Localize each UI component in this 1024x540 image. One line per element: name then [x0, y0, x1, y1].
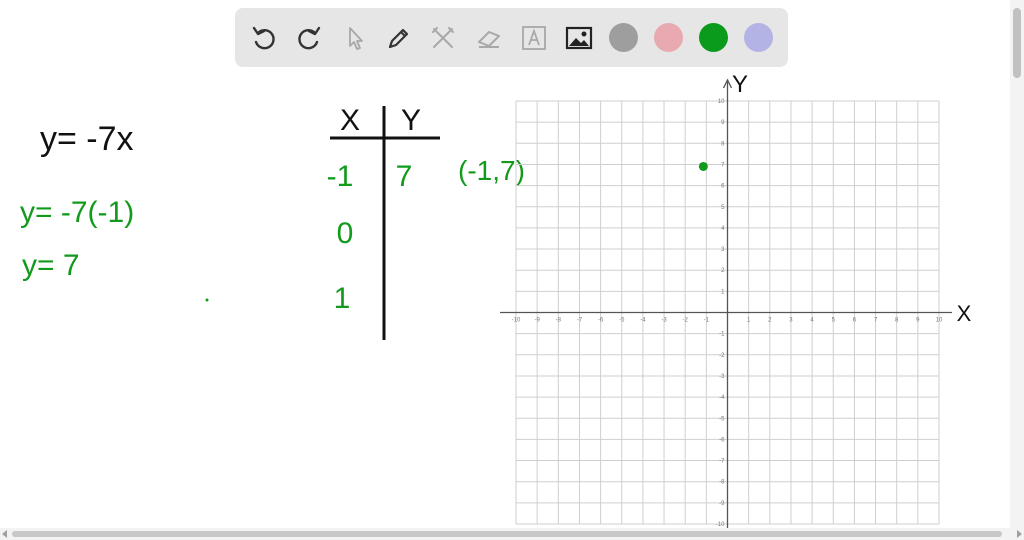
table-row-2-x: 0	[337, 217, 354, 250]
scroll-left-arrow[interactable]	[2, 530, 7, 538]
y-tick-label: -2	[719, 353, 725, 359]
y-tick-label: 5	[721, 205, 725, 211]
y-tick-label: -3	[719, 374, 725, 380]
y-tick-label: 3	[721, 247, 725, 253]
y-tick-label: 2	[721, 268, 725, 274]
coordinate-grid: -10 -9 -8 -7 -6 -5 -4 -3 -2 -1 1 2 3 4 5 6 7 8 9 10-10-9-8-…	[500, 78, 952, 528]
y-tick-label: -4	[719, 395, 725, 401]
table-header-y: Y	[401, 104, 421, 137]
horizontal-scrollbar[interactable]	[0, 528, 1024, 540]
point-label: (-1,7)	[458, 155, 525, 186]
y-tick-label: 9	[721, 120, 725, 126]
y-tick-label: -1	[719, 332, 725, 338]
x-tick-label: 6	[853, 318, 857, 324]
x-tick-label: -7	[577, 318, 583, 324]
x-tick-label: 3	[789, 318, 793, 324]
table-row-1-x: -1	[327, 160, 354, 193]
x-tick-label: -3	[661, 318, 667, 324]
axis-y-label: Y	[732, 71, 748, 98]
vertical-scroll-thumb[interactable]	[1013, 8, 1021, 78]
table-row-3-x: 1	[334, 282, 351, 315]
data-point	[698, 161, 708, 171]
x-tick-label: 2	[768, 318, 772, 324]
x-tick-label: -5	[619, 318, 625, 324]
x-tick-label: 10	[936, 318, 943, 324]
scroll-right-arrow[interactable]	[1017, 530, 1022, 538]
x-tick-label: -2	[683, 318, 689, 324]
work-line-1: y= -7(-1)	[20, 196, 134, 229]
x-tick-label: -4	[640, 318, 646, 324]
x-tick-label: 8	[895, 318, 899, 324]
y-tick-label: -5	[719, 416, 725, 422]
x-tick-label: 5	[832, 318, 836, 324]
x-tick-label: 4	[810, 318, 814, 324]
axis-x-label: X	[957, 301, 972, 326]
x-tick-label: 9	[916, 318, 920, 324]
stray-dot	[205, 298, 209, 302]
y-tick-label: 4	[721, 226, 725, 232]
x-tick-label: 7	[874, 318, 878, 324]
y-tick-label: -8	[719, 480, 725, 486]
x-tick-label: -9	[534, 318, 540, 324]
horizontal-scroll-thumb[interactable]	[12, 531, 1002, 537]
whiteboard-canvas[interactable]: y= -7x y= -7(-1) y= 7 X Y -1 7 0 1 (-1,7…	[0, 0, 1010, 528]
x-tick-label: -10	[512, 318, 521, 324]
y-tick-label: -6	[719, 437, 725, 443]
y-tick-label: 1	[721, 289, 725, 295]
x-tick-label: 1	[747, 318, 751, 324]
y-tick-label: 6	[721, 184, 725, 190]
table-row-1-y: 7	[396, 160, 413, 193]
y-tick-label: 8	[721, 141, 725, 147]
equation-text: y= -7x	[40, 120, 134, 158]
y-tick-label: 10	[718, 99, 725, 105]
y-tick-label: -7	[719, 459, 725, 465]
x-tick-label: -8	[556, 318, 562, 324]
work-line-2: y= 7	[22, 249, 80, 282]
y-tick-label: 7	[721, 162, 725, 168]
y-tick-label: -9	[719, 501, 725, 507]
x-tick-label: -6	[598, 318, 604, 324]
vertical-scrollbar[interactable]	[1010, 0, 1024, 528]
table-header-x: X	[340, 104, 360, 137]
x-tick-label: -1	[704, 318, 710, 324]
